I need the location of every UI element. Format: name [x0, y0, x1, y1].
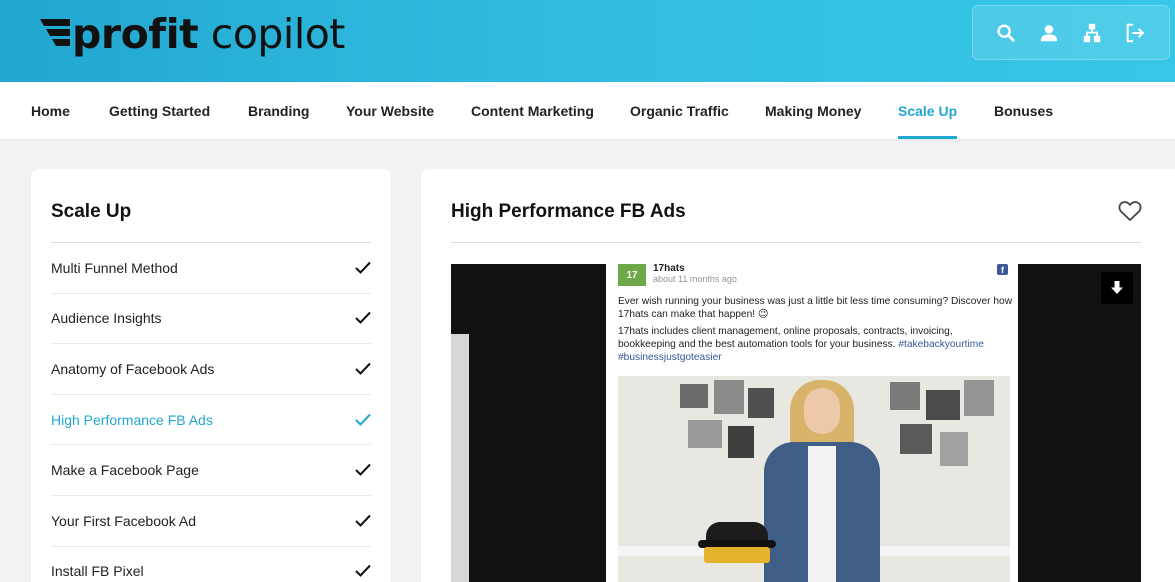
facebook-ad-post: 17 17hats about 11 months ago f Ever wis… [606, 264, 1018, 582]
check-icon [355, 463, 371, 477]
post-timestamp: about 11 months ago [653, 274, 737, 284]
sitemap-icon[interactable] [1081, 22, 1103, 44]
post-photo [618, 376, 1010, 582]
nav-item-content-marketing[interactable]: Content Marketing [471, 82, 594, 139]
lesson-list: Multi Funnel Method Audience Insights An… [51, 242, 371, 582]
lesson-label: Your First Facebook Ad [51, 512, 197, 529]
title-divider [451, 242, 1141, 243]
check-icon [355, 413, 371, 426]
hashtag: #businessjustgoteasier [618, 352, 722, 363]
logout-icon[interactable] [1124, 22, 1146, 44]
wall-photo [688, 420, 722, 448]
nav-item-your-website[interactable]: Your Website [346, 82, 434, 139]
nav-item-branding[interactable]: Branding [248, 82, 309, 139]
lesson-label: Audience Insights [51, 310, 162, 327]
check-icon [355, 514, 371, 527]
nav-item-getting-started[interactable]: Getting Started [109, 82, 210, 139]
lesson-item-active[interactable]: High Performance FB Ads [51, 395, 371, 446]
post-text-line-1: Ever wish running your business was just… [618, 296, 1013, 320]
sidebar-title: Scale Up [51, 201, 132, 222]
lesson-label: Make a Facebook Page [51, 462, 199, 479]
lesson-item[interactable]: Install FB Pixel [51, 547, 371, 582]
check-icon [355, 261, 371, 274]
wall-photo [900, 424, 932, 454]
page-title: High Performance FB Ads [451, 201, 686, 222]
video-player[interactable]: 17 17hats about 11 months ago f Ever wis… [451, 264, 1141, 582]
wall-photo [964, 380, 994, 416]
yarn-spool [704, 547, 770, 563]
lesson-item[interactable]: Multi Funnel Method [51, 243, 371, 294]
wall-photo [728, 426, 754, 458]
wall-photo [940, 432, 968, 466]
nav-item-bonuses[interactable]: Bonuses [994, 82, 1053, 139]
wall-photo [714, 380, 744, 414]
check-icon [355, 362, 371, 375]
search-icon[interactable] [995, 22, 1017, 44]
lesson-item[interactable]: Audience Insights [51, 294, 371, 345]
main-nav: Home Getting Started Branding Your Websi… [0, 82, 1175, 139]
person-shirt [808, 446, 836, 582]
lesson-item[interactable]: Anatomy of Facebook Ads [51, 344, 371, 395]
header-toolbar [972, 5, 1170, 60]
nav-item-scale-up[interactable]: Scale Up [898, 82, 958, 139]
download-button[interactable] [1101, 272, 1133, 304]
profit-copilot-logo[interactable]: profit copilot [40, 8, 345, 60]
nav-item-organic-traffic[interactable]: Organic Traffic [630, 82, 729, 139]
wall-photo [748, 388, 774, 418]
nav-item-home[interactable]: Home [31, 82, 70, 139]
nav-item-making-money[interactable]: Making Money [765, 82, 861, 139]
post-text-line-2: 17hats includes client management, onlin… [618, 326, 984, 363]
lesson-content: High Performance FB Ads 17 17hats about … [421, 169, 1175, 582]
17hats-logo: 17 [618, 264, 646, 286]
lesson-item[interactable]: Make a Facebook Page [51, 445, 371, 496]
lesson-label: Multi Funnel Method [51, 259, 178, 276]
user-icon[interactable] [1038, 22, 1060, 44]
lesson-label: Anatomy of Facebook Ads [51, 360, 215, 377]
lesson-label: High Performance FB Ads [51, 411, 213, 428]
hashtag: #takebackyourtime [898, 339, 984, 350]
post-text: Ever wish running your business was just… [618, 295, 1013, 368]
lesson-item[interactable]: Your First Facebook Ad [51, 496, 371, 547]
logo-text: profit copilot [72, 9, 345, 58]
video-left-strip [451, 334, 469, 582]
wall-photo [890, 382, 920, 410]
download-icon [1111, 281, 1123, 294]
logo-wings-icon [40, 19, 70, 46]
heart-icon[interactable] [1118, 200, 1142, 222]
wall-photo [926, 390, 960, 420]
wall-photo [680, 384, 708, 408]
check-icon [355, 565, 371, 578]
post-page-name: 17hats [653, 264, 685, 274]
facebook-icon: f [997, 264, 1008, 275]
lesson-label: Install FB Pixel [51, 563, 144, 580]
top-header: profit copilot [0, 0, 1175, 82]
person-face [804, 388, 840, 434]
lesson-sidebar: Scale Up Multi Funnel Method Audience In… [31, 169, 391, 582]
check-icon [355, 312, 371, 325]
